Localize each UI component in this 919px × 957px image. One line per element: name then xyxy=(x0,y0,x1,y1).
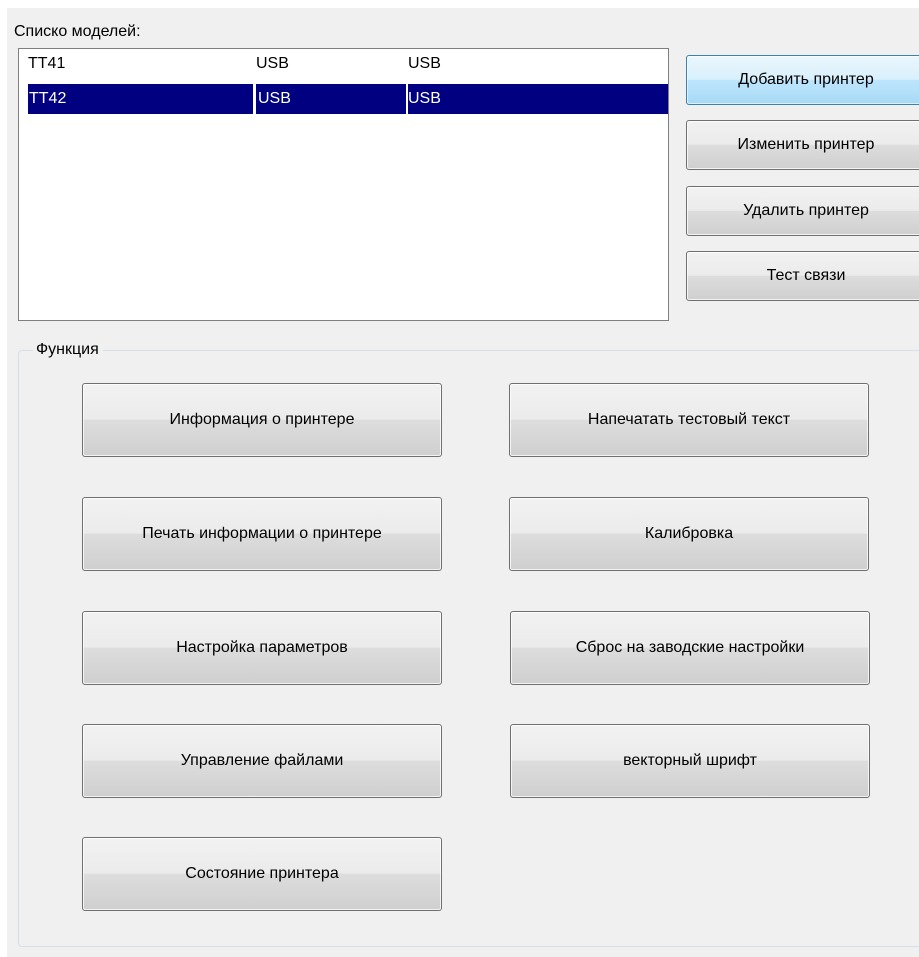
model-name-cell[interactable]: TT41 xyxy=(28,49,253,79)
print-test-text-button[interactable]: Напечатать тестовый текст xyxy=(509,383,869,457)
model-name-cell[interactable]: TT42 xyxy=(28,84,253,114)
connection-test-button[interactable]: Тест связи xyxy=(686,251,919,301)
model-interface-cell[interactable]: USB xyxy=(408,84,668,114)
print-printer-info-button[interactable]: Печать информации о принтере xyxy=(82,497,442,571)
edit-printer-button[interactable]: Изменить принтер xyxy=(686,120,919,170)
printer-status-button-label: Состояние принтера xyxy=(185,865,339,882)
edit-printer-button-label: Изменить принтер xyxy=(737,136,875,153)
model-port-cell[interactable]: USB xyxy=(256,49,406,79)
parameter-settings-button-label: Настройка параметров xyxy=(176,639,348,656)
printer-status-button[interactable]: Состояние принтера xyxy=(82,837,442,911)
print-printer-info-button-label: Печать информации о принтере xyxy=(142,525,382,542)
model-interface-cell[interactable]: USB xyxy=(408,49,668,79)
list-item[interactable]: TT41 USB USB xyxy=(28,49,668,79)
models-list-label: Списко моделей: xyxy=(14,23,141,40)
model-port-cell[interactable]: USB xyxy=(256,84,406,114)
printer-info-button-label: Информация о принтере xyxy=(169,411,355,428)
delete-printer-button-label: Удалить принтер xyxy=(743,202,869,219)
calibration-button-label: Калибровка xyxy=(644,525,734,542)
factory-reset-button[interactable]: Сброс на заводские настройки xyxy=(510,611,870,685)
file-management-button-label: Управление файлами xyxy=(180,752,344,769)
printer-info-button[interactable]: Информация о принтере xyxy=(82,383,442,457)
add-printer-button[interactable]: Добавить принтер xyxy=(686,55,919,105)
factory-reset-button-label: Сброс на заводские настройки xyxy=(575,639,805,656)
list-item-selected[interactable]: TT42 USB USB xyxy=(28,84,668,114)
models-listbox[interactable]: TT41 USB USB TT42 USB USB xyxy=(18,48,669,321)
vector-font-button-label: векторный шрифт xyxy=(623,752,757,769)
printer-tool-window: Списко моделей: TT41 USB USB TT42 USB US… xyxy=(7,8,919,957)
file-management-button[interactable]: Управление файлами xyxy=(82,724,442,798)
vector-font-button[interactable]: векторный шрифт xyxy=(510,724,870,798)
function-group-title: Функция xyxy=(33,341,103,359)
parameter-settings-button[interactable]: Настройка параметров xyxy=(82,611,442,685)
print-test-text-button-label: Напечатать тестовый текст xyxy=(587,411,791,428)
calibration-button[interactable]: Калибровка xyxy=(509,497,869,571)
add-printer-button-label: Добавить принтер xyxy=(738,71,874,88)
delete-printer-button[interactable]: Удалить принтер xyxy=(686,186,919,236)
connection-test-button-label: Тест связи xyxy=(766,267,846,284)
